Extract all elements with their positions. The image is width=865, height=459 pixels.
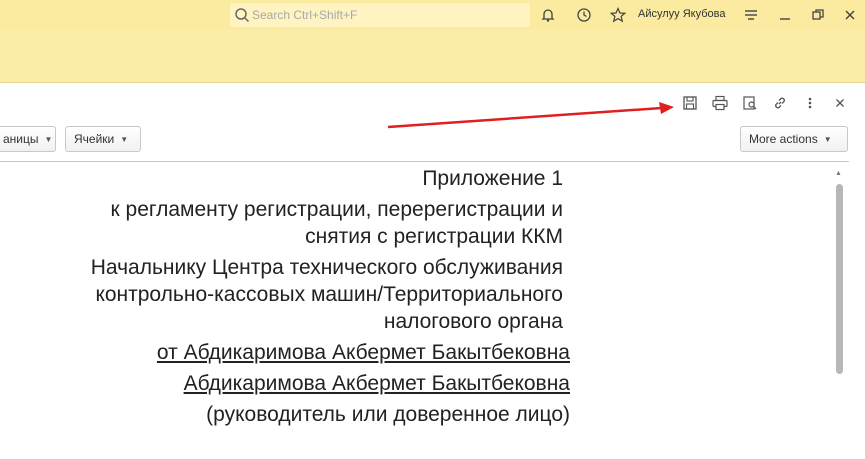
scrollbar-thumb[interactable]	[836, 184, 843, 374]
pages-button-label: аницы	[3, 132, 39, 146]
doc-line-addressee-3: налогового органа	[383, 310, 563, 333]
doc-line-role: (руководитель или доверенное лицо)	[206, 403, 570, 426]
doc-line-addressee-2: контрольно-кассовых машин/Территориально…	[95, 283, 563, 306]
save-icon[interactable]	[680, 93, 700, 113]
cells-button-label: Ячейки	[74, 132, 115, 146]
preview-icon[interactable]	[740, 93, 760, 113]
more-vertical-icon[interactable]	[800, 93, 820, 113]
doc-line-addressee-1: Начальнику Центра технического обслужива…	[90, 256, 563, 279]
restore-icon[interactable]	[808, 5, 828, 25]
star-icon[interactable]	[608, 5, 628, 25]
close-icon[interactable]	[830, 93, 850, 113]
search-placeholder: Search Ctrl+Shift+F	[252, 8, 358, 22]
vertical-scrollbar[interactable]: ▲	[833, 166, 845, 459]
doc-line-regulation-1: к регламенту регистрации, перерегистраци…	[110, 198, 563, 221]
cells-button[interactable]: Ячейки ▼	[65, 126, 141, 152]
doc-line-from: от Абдикаримова Акбермет Бакытбековна	[156, 341, 570, 364]
link-icon[interactable]	[770, 93, 790, 113]
menu-icon[interactable]	[741, 5, 761, 25]
doc-line-regulation-2: снятия с регистрации ККМ	[305, 225, 563, 248]
chevron-down-icon: ▼	[120, 134, 129, 144]
pages-button[interactable]: аницы ▼	[0, 126, 56, 152]
chevron-down-icon: ▼	[823, 134, 832, 144]
more-actions-button[interactable]: More actions ▼	[740, 126, 848, 152]
more-actions-label: More actions	[749, 132, 818, 146]
section-header	[0, 30, 865, 83]
history-icon[interactable]	[574, 5, 594, 25]
chevron-down-icon: ▼	[44, 134, 53, 144]
print-icon[interactable]	[710, 93, 730, 113]
doc-line-name: Абдикаримова Акбермет Бакытбековна	[183, 372, 570, 395]
scroll-up-icon[interactable]: ▲	[835, 170, 842, 177]
search-input[interactable]: Search Ctrl+Shift+F	[230, 3, 530, 27]
doc-line-appendix: Приложение 1	[422, 167, 563, 190]
top-bar: Search Ctrl+Shift+F Айсулуу Якубова	[0, 0, 865, 30]
user-name[interactable]: Айсулуу Якубова	[638, 8, 725, 20]
search-icon	[235, 8, 250, 23]
minimize-icon[interactable]	[775, 5, 795, 25]
bell-icon[interactable]	[538, 5, 558, 25]
annotation-arrow	[387, 102, 674, 129]
close-window-icon[interactable]	[840, 5, 860, 25]
